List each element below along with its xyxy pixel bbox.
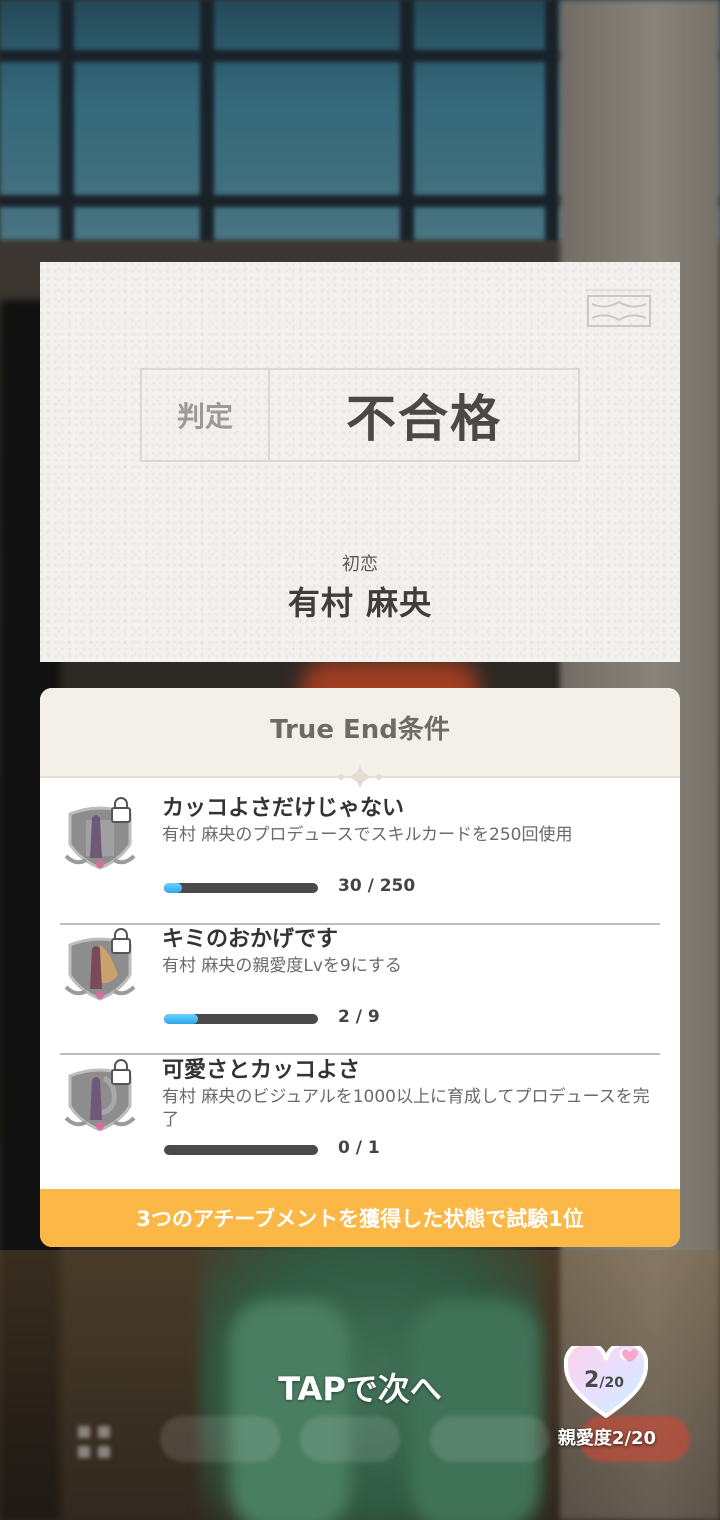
achievement-title: 可愛さとカッコよさ: [162, 1058, 361, 1083]
locked-achievement-badge-icon: [64, 928, 136, 1001]
menu-grid-icon[interactable]: [76, 1424, 112, 1460]
true-end-panel: True End条件 カッコよさだけじゃない 有村 麻央のプロデュースでスキルカ…: [40, 688, 680, 1247]
achievement-item[interactable]: カッコよさだけじゃない 有村 麻央のプロデュースでスキルカードを250回使用 3…: [60, 778, 660, 908]
achievement-progress-bar: [164, 1145, 318, 1155]
panel-title: True End条件: [270, 714, 450, 745]
panel-header: True End条件: [40, 688, 680, 790]
achievement-description: 有村 麻央の親愛度Lvを9にする: [162, 956, 402, 976]
achievement-progress-bar: [164, 1014, 318, 1024]
hud-log-button[interactable]: [300, 1416, 400, 1462]
achievement-title: キミのおかげです: [162, 927, 339, 952]
result-card: 判定 不合格 初恋 有村 麻央: [40, 262, 680, 662]
achievement-description: 有村 麻央のプロデュースでスキルカードを250回使用: [162, 825, 573, 845]
locked-achievement-badge-icon: [64, 1059, 136, 1132]
achievement-item[interactable]: キミのおかげです 有村 麻央の親愛度Lvを9にする 2 / 9: [60, 909, 660, 1039]
achievement-description: 有村 麻央のビジュアルを1000以上に育成してプロデュースを完了: [162, 1087, 650, 1130]
achievement-progress-count: 30 / 250: [338, 876, 416, 896]
affection-level: 2/20: [584, 1368, 624, 1393]
judge-box: 判定 不合格: [140, 368, 580, 462]
achievement-item[interactable]: 可愛さとカッコよさ 有村 麻央のビジュアルを1000以上に育成してプロデュースを…: [60, 1040, 660, 1170]
affection-label: 親愛度2/20: [557, 1428, 657, 1449]
hud-skip-button[interactable]: [430, 1416, 550, 1462]
idol-name: 有村 麻央: [287, 584, 433, 622]
judge-result: 不合格: [346, 390, 502, 448]
achievement-progress-count: 0 / 1: [338, 1138, 380, 1158]
course-name: 初恋: [342, 554, 378, 575]
achievement-title: カッコよさだけじゃない: [162, 796, 405, 821]
locked-achievement-badge-icon: [64, 797, 136, 870]
school-logo-icon: [586, 289, 652, 327]
affection-indicator[interactable]: 2/20 親愛度2/20: [548, 1346, 666, 1450]
true-end-requirement-banner: 3つのアチーブメントを獲得した状態で試験1位: [40, 1189, 680, 1247]
achievement-progress-bar: [164, 883, 318, 893]
judge-label: 判定: [142, 370, 270, 460]
achievement-progress-count: 2 / 9: [338, 1007, 380, 1027]
hud-auto-button[interactable]: [160, 1416, 280, 1462]
